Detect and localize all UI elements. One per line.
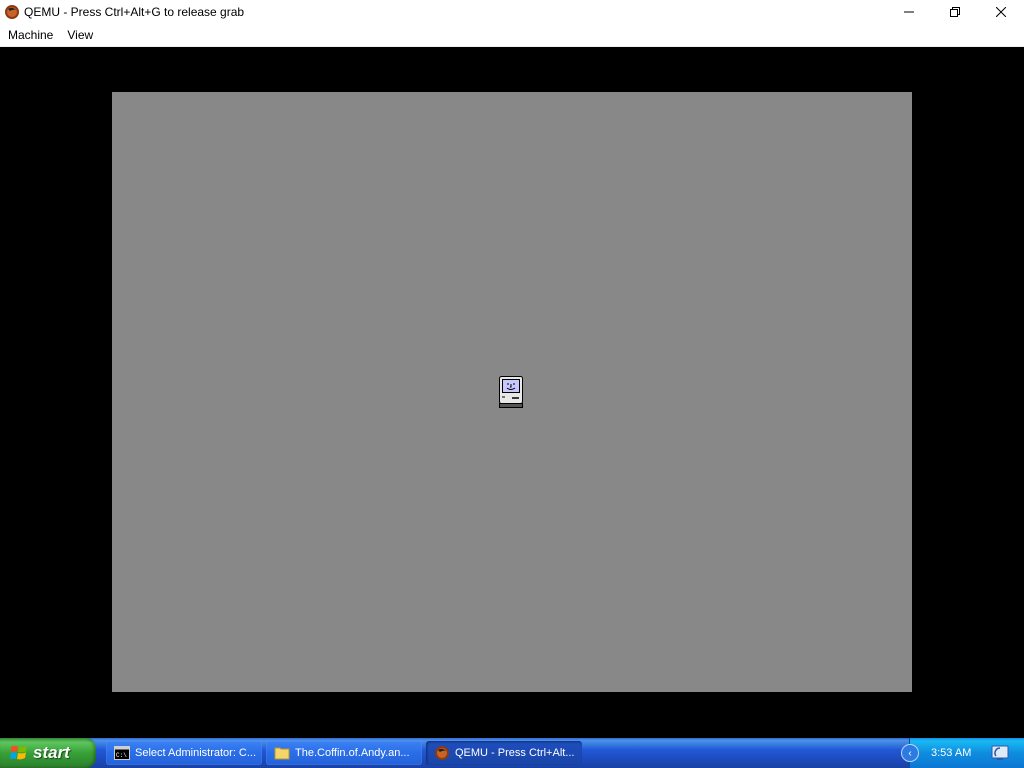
restore-icon — [950, 7, 960, 17]
clock[interactable]: 3:53 AM — [931, 747, 971, 759]
taskbar-item-folder[interactable]: The.Coffin.of.Andy.an... — [266, 741, 422, 765]
taskbar: start C:\ Select Administrator: C... The… — [0, 738, 1024, 768]
console-icon: C:\ — [114, 746, 130, 760]
taskbar-item-label: The.Coffin.of.Andy.an... — [295, 747, 410, 759]
taskbar-item-cmd[interactable]: C:\ Select Administrator: C... — [106, 741, 262, 765]
vm-display-area[interactable] — [0, 47, 1024, 738]
taskbar-item-label: QEMU - Press Ctrl+Alt... — [455, 747, 575, 759]
close-button[interactable] — [978, 0, 1024, 24]
network-tray-icon[interactable] — [991, 744, 1009, 762]
mac-boot-screen[interactable] — [112, 92, 912, 692]
menu-bar: Machine View — [0, 24, 1024, 47]
happy-mac-icon — [499, 376, 523, 408]
close-icon — [996, 7, 1006, 17]
window-controls — [886, 0, 1024, 24]
qemu-app-icon — [5, 5, 19, 19]
menu-view[interactable]: View — [60, 28, 100, 42]
taskbar-item-label: Select Administrator: C... — [135, 747, 257, 759]
tray-expand-chevron-icon[interactable]: ‹ — [901, 744, 919, 762]
title-bar[interactable]: QEMU - Press Ctrl+Alt+G to release grab — [0, 0, 1024, 24]
qemu-icon — [435, 746, 449, 760]
start-button[interactable]: start — [0, 738, 96, 768]
window-title: QEMU - Press Ctrl+Alt+G to release grab — [24, 5, 245, 19]
svg-text:C:\: C:\ — [116, 752, 127, 759]
restore-button[interactable] — [932, 0, 978, 24]
system-tray: ‹ 3:53 AM — [901, 738, 1024, 768]
folder-icon — [274, 747, 290, 760]
minimize-button[interactable] — [886, 0, 932, 24]
minimize-icon — [904, 11, 914, 13]
menu-machine[interactable]: Machine — [0, 28, 60, 42]
windows-logo-icon — [10, 745, 27, 760]
start-label: start — [33, 743, 70, 762]
qemu-window: QEMU - Press Ctrl+Alt+G to release grab … — [0, 0, 1024, 738]
taskbar-item-qemu[interactable]: QEMU - Press Ctrl+Alt... — [426, 741, 582, 765]
